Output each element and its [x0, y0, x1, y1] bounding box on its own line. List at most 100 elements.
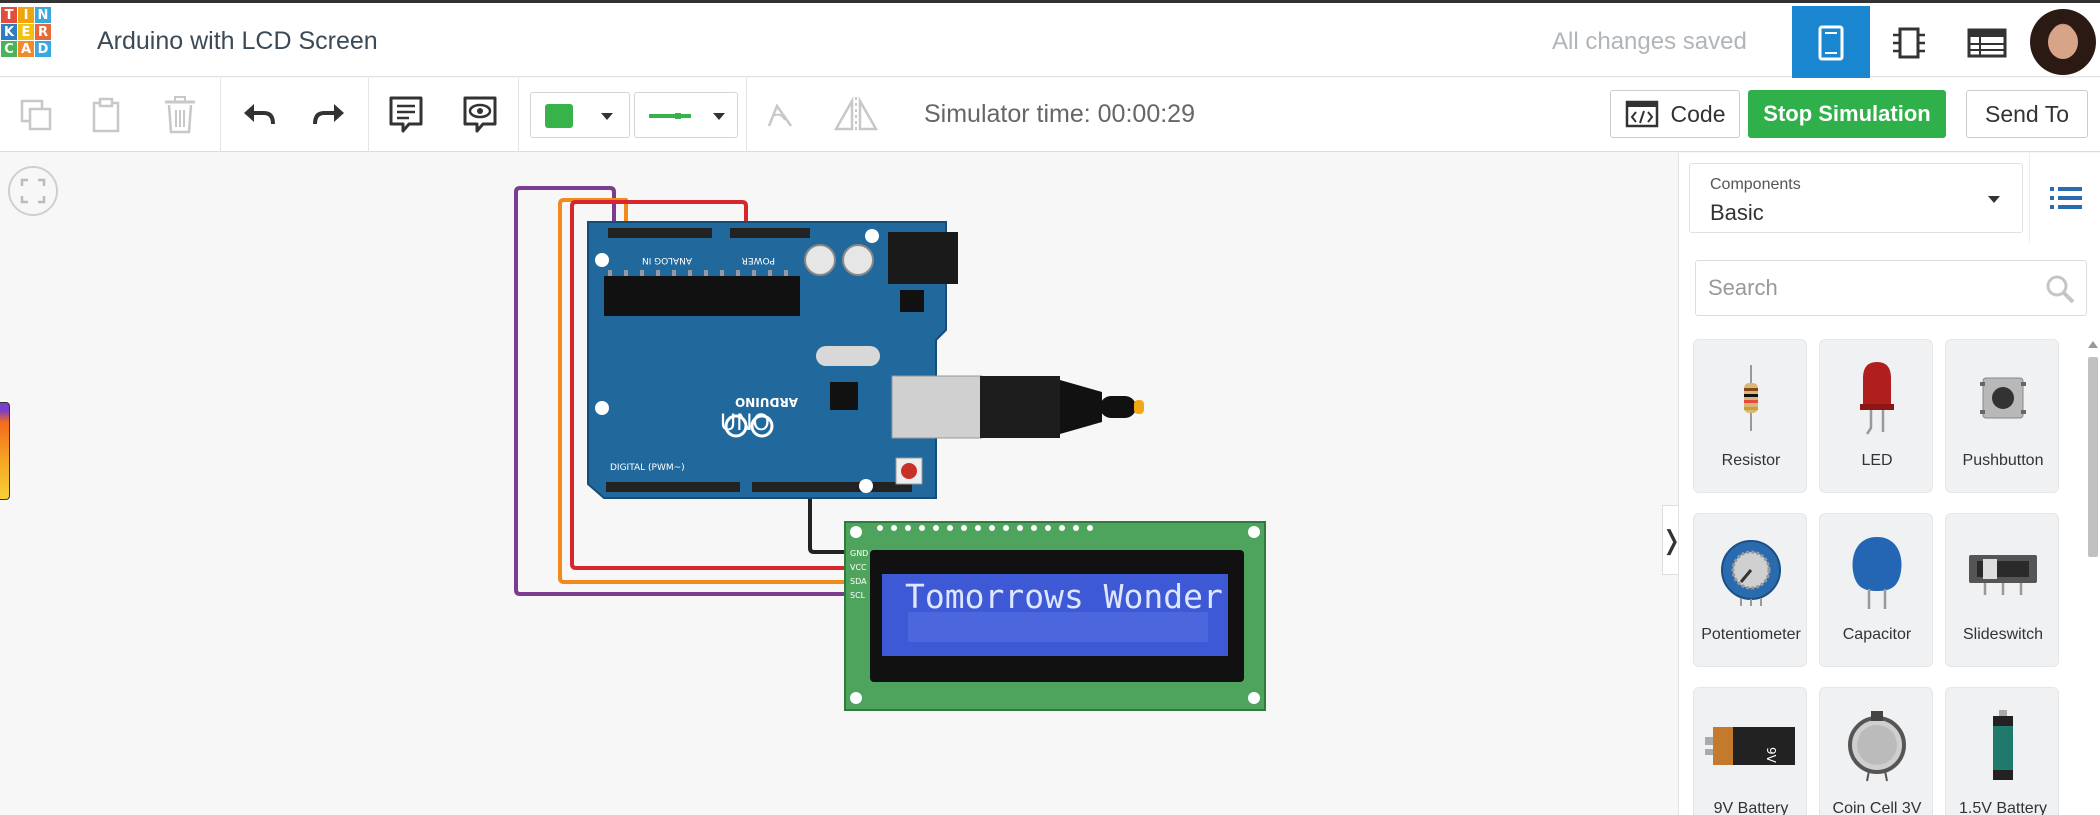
simulator-time: Simulator time: 00:00:29: [924, 100, 1195, 128]
mirror-button[interactable]: [816, 78, 896, 152]
part-pushbutton[interactable]: Pushbutton: [1945, 339, 2059, 493]
chevron-down-icon: [601, 113, 613, 120]
board-brand-label: ARDUINO: [735, 395, 798, 409]
potentiometer-icon: [1721, 540, 1781, 606]
notes-visibility-icon: [463, 96, 497, 133]
mirror-icon: [833, 96, 879, 133]
notes-icon: [389, 96, 423, 133]
arduino-uno-board[interactable]: ANALOG IN POWER DIGITAL (PWM~) UNO ARDUI…: [587, 221, 958, 499]
chevron-down-icon: [1988, 196, 2000, 203]
schematic-view-icon: [1893, 27, 1925, 59]
redo-button[interactable]: [294, 78, 366, 152]
fit-view-icon: [20, 178, 46, 204]
zoom-to-fit-button[interactable]: [8, 166, 58, 216]
lcd-16x2-display[interactable]: GND VCC SDA SCL Tomorrows Wonder: [844, 521, 1266, 711]
part-name: 1.5V Battery: [1958, 800, 2048, 815]
pushbutton-icon: [1980, 377, 2026, 419]
delete-icon: [165, 96, 195, 134]
components-dropdown-value: Basic: [1710, 200, 1764, 225]
analog-in-label: ANALOG IN: [642, 255, 692, 265]
lcd-pin-scl: SCL: [850, 591, 866, 600]
part-capacitor[interactable]: Capacitor: [1819, 513, 1933, 667]
svg-text:9V: 9V: [1764, 747, 1778, 764]
save-status: All changes saved: [1552, 28, 1747, 55]
color-swatch: [545, 104, 573, 128]
component-search[interactable]: [1695, 260, 2087, 316]
components-dropdown[interactable]: Components Basic: [1689, 163, 2023, 233]
part-name: Coin Cell 3V: [1832, 800, 1922, 815]
part-name: Potentiometer: [1701, 626, 1801, 643]
redo-icon: [313, 104, 344, 125]
scroll-thumb[interactable]: [2088, 357, 2098, 557]
battery-9v-icon: 9V: [1705, 727, 1795, 765]
code-button-label: Code: [1670, 100, 1726, 127]
code-icon: [1625, 100, 1658, 128]
part-9v-battery[interactable]: 9V 9V Battery: [1693, 687, 1807, 815]
part-coin-cell[interactable]: Coin Cell 3V: [1819, 687, 1933, 815]
wire-type-picker[interactable]: [634, 92, 738, 138]
part-name: 9V Battery: [1713, 800, 1789, 815]
copy-button[interactable]: [0, 78, 72, 152]
parts-grid: Resistor LED Pushbutton Potentiometer Ca…: [1693, 339, 2075, 815]
part-name: Capacitor: [1842, 626, 1912, 643]
lcd-pin-gnd: GND: [850, 549, 868, 558]
undo-icon: [244, 104, 275, 125]
schematic-view-button[interactable]: [1870, 6, 1948, 80]
component-list-view-button[interactable]: [1948, 6, 2026, 80]
part-led[interactable]: LED: [1819, 339, 1933, 493]
part-name: LED: [1861, 452, 1893, 469]
notes-button[interactable]: [370, 78, 442, 152]
search-input[interactable]: [1696, 261, 2026, 315]
lcd-pin-vcc: VCC: [850, 563, 867, 572]
components-dropdown-label: Components: [1710, 176, 1801, 193]
delete-button[interactable]: [142, 78, 218, 152]
part-name: Resistor: [1721, 452, 1781, 469]
search-icon: [2046, 275, 2075, 304]
list-view-button[interactable]: [2029, 153, 2100, 243]
temperature-slider[interactable]: [0, 402, 10, 500]
wire-black[interactable]: [808, 498, 845, 554]
undo-button[interactable]: [222, 78, 294, 152]
resistor-icon: [1744, 365, 1758, 431]
usb-cable[interactable]: [891, 375, 1144, 439]
wire-type-icon: [649, 113, 691, 119]
power-label: POWER: [742, 255, 775, 265]
paste-button[interactable]: [72, 78, 140, 152]
send-to-button[interactable]: Send To: [1966, 90, 2088, 138]
code-button[interactable]: Code: [1610, 90, 1740, 138]
parts-scrollbar[interactable]: [2085, 339, 2100, 815]
color-picker[interactable]: [530, 92, 630, 138]
part-name: Slideswitch: [1962, 626, 2044, 643]
part-name: Pushbutton: [1962, 452, 2044, 469]
scroll-up-icon[interactable]: [2088, 341, 2098, 348]
circuit-view-icon: [1818, 25, 1844, 61]
digital-label: DIGITAL (PWM~): [610, 463, 685, 473]
part-aa-battery[interactable]: 1.5V Battery: [1945, 687, 2059, 815]
circuit-diagram: ANALOG IN POWER DIGITAL (PWM~) UNO ARDUI…: [514, 186, 1266, 711]
components-panel: Components Basic Resistor LED Pushbutton…: [1678, 153, 2100, 815]
rotate-icon: [767, 103, 793, 127]
header-bar: TIN KER CAD Arduino with LCD Screen All …: [0, 3, 2100, 80]
copy-icon: [20, 99, 52, 131]
paste-icon: [92, 97, 120, 133]
part-resistor[interactable]: Resistor: [1693, 339, 1807, 493]
table-icon: [1967, 28, 2007, 58]
slideswitch-icon: [1969, 555, 2037, 595]
list-icon: [2049, 187, 2082, 209]
user-avatar[interactable]: [2030, 9, 2096, 75]
part-slideswitch[interactable]: Slideswitch: [1945, 513, 2059, 667]
tinkercad-logo[interactable]: TIN KER CAD: [0, 6, 68, 76]
part-potentiometer[interactable]: Potentiometer: [1693, 513, 1807, 667]
capacitor-icon: [1852, 537, 1902, 609]
circuit-view-button[interactable]: [1792, 6, 1870, 80]
stop-simulation-button[interactable]: Stop Simulation: [1748, 90, 1946, 138]
led-icon: [1860, 362, 1894, 435]
lcd-text: Tomorrows Wonder: [905, 577, 1223, 616]
battery-aa-icon: [1993, 710, 2013, 780]
project-title[interactable]: Arduino with LCD Screen: [97, 27, 378, 56]
chevron-down-icon: [713, 113, 725, 120]
notes-visibility-button[interactable]: [444, 78, 516, 152]
lcd-pin-sda: SDA: [850, 577, 867, 586]
rotate-button[interactable]: [748, 78, 812, 152]
toolbar: Simulator time: 00:00:29 Code Stop Simul…: [0, 78, 2100, 152]
